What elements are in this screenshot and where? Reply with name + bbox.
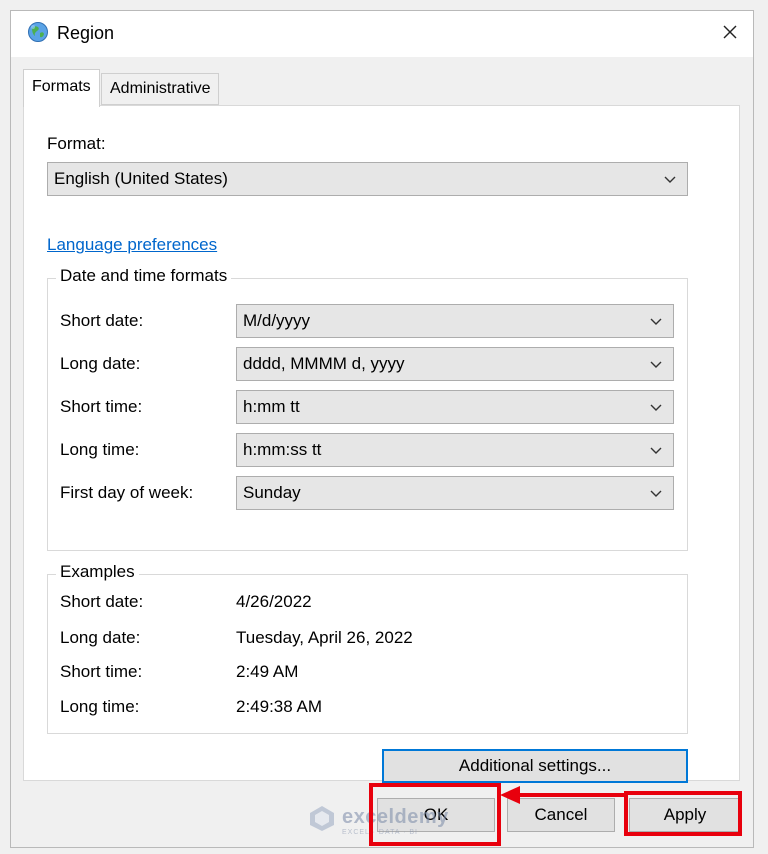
tab-administrative[interactable]: Administrative: [101, 73, 220, 105]
short-time-dropdown[interactable]: h:mm tt: [236, 390, 674, 424]
example-short-time-value: 2:49 AM: [236, 662, 299, 681]
short-date-value: M/d/yyyy: [243, 311, 311, 330]
long-time-label: Long time:: [60, 440, 140, 459]
group-title-date-time: Date and time formats: [56, 266, 232, 286]
window-title: Region: [57, 23, 115, 43]
long-date-value: dddd, MMMM d, yyyy: [243, 354, 405, 373]
long-date-dropdown[interactable]: dddd, MMMM d, yyyy: [236, 347, 674, 381]
highlight-apply-box: [624, 791, 742, 836]
example-short-date-value: 4/26/2022: [236, 592, 312, 611]
chevron-down-icon: [649, 400, 663, 414]
additional-settings-button[interactable]: Additional settings...: [382, 749, 688, 783]
first-day-of-week-label: First day of week:: [60, 483, 194, 502]
examples-group: Examples Short date: 4/26/2022 Long date…: [47, 562, 688, 734]
long-time-value: h:mm:ss tt: [243, 440, 322, 459]
long-date-label: Long date:: [60, 354, 141, 373]
format-label: Format:: [47, 134, 106, 153]
example-long-date-label: Long date:: [60, 628, 141, 647]
chevron-down-icon: [663, 172, 677, 186]
title-bar: Region: [11, 11, 753, 57]
example-long-time-label: Long time:: [60, 697, 140, 716]
example-short-date-label: Short date:: [60, 592, 144, 611]
group-title-examples: Examples: [56, 562, 139, 582]
formats-panel: Format: English (United States) Language…: [23, 105, 740, 783]
format-value: English (United States): [54, 169, 228, 188]
chevron-down-icon: [649, 443, 663, 457]
first-day-of-week-value: Sunday: [243, 483, 301, 502]
close-icon: [722, 24, 738, 45]
example-short-time-label: Short time:: [60, 662, 143, 681]
globe-icon: [27, 21, 49, 43]
short-date-dropdown[interactable]: M/d/yyyy: [236, 304, 674, 338]
chevron-down-icon: [649, 314, 663, 328]
chevron-down-icon: [649, 486, 663, 500]
format-dropdown[interactable]: English (United States): [47, 162, 688, 196]
close-button[interactable]: [713, 17, 747, 51]
short-time-label: Short time:: [60, 397, 143, 416]
example-long-time-value: 2:49:38 AM: [236, 697, 323, 716]
region-dialog: Region Formats Administrative Format: En…: [10, 10, 754, 848]
tab-formats[interactable]: Formats: [23, 69, 100, 107]
chevron-down-icon: [649, 357, 663, 371]
long-time-dropdown[interactable]: h:mm:ss tt: [236, 433, 674, 467]
short-date-label: Short date:: [60, 311, 144, 330]
short-time-value: h:mm tt: [243, 397, 300, 416]
language-preferences-link[interactable]: Language preferences: [47, 235, 217, 255]
highlight-ok-box: [369, 783, 501, 846]
red-arrow-icon: [500, 786, 626, 804]
example-long-date-value: Tuesday, April 26, 2022: [236, 628, 413, 647]
first-day-of-week-dropdown[interactable]: Sunday: [236, 476, 674, 510]
date-time-formats-group: Date and time formats Short date: M/d/yy…: [47, 266, 688, 551]
